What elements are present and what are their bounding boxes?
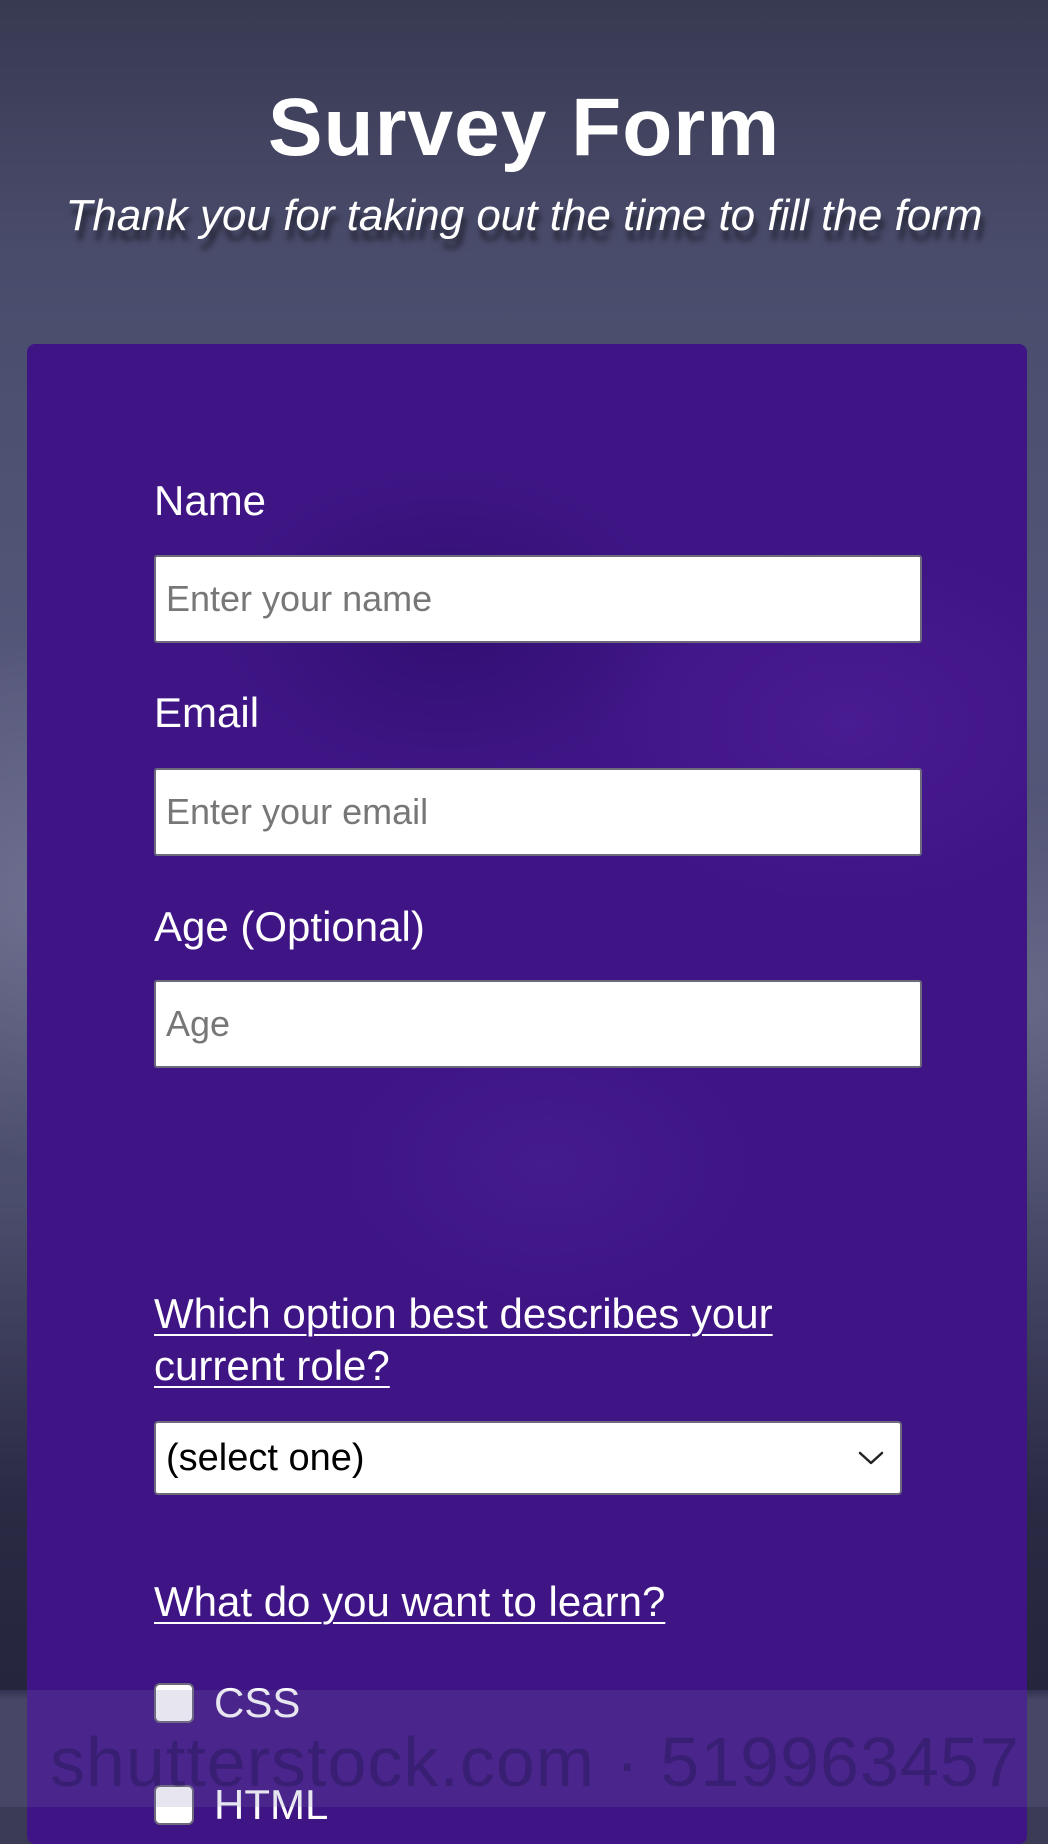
page-subtitle: Thank you for taking out the time to fil… <box>65 191 983 240</box>
role-question: Which option best describes your current… <box>154 1290 773 1389</box>
age-input[interactable] <box>154 980 922 1068</box>
email-label: Email <box>154 689 260 736</box>
age-label: Age (Optional) <box>154 903 425 950</box>
role-select-value: (select one) <box>166 1436 365 1479</box>
name-label: Name <box>154 477 267 524</box>
page-header: Survey Form Thank you for taking out the… <box>0 80 1048 242</box>
page-title: Survey Form <box>267 82 781 173</box>
survey-form-card: Name Email Age (Optional) Which option b… <box>27 344 1027 1844</box>
role-select[interactable]: (select one) <box>154 1421 902 1495</box>
name-input[interactable] <box>154 555 922 643</box>
watermark-strip <box>0 1690 1048 1807</box>
email-input[interactable] <box>154 768 922 856</box>
chevron-down-icon <box>856 1443 886 1473</box>
learn-question: What do you want to learn? <box>154 1578 666 1625</box>
